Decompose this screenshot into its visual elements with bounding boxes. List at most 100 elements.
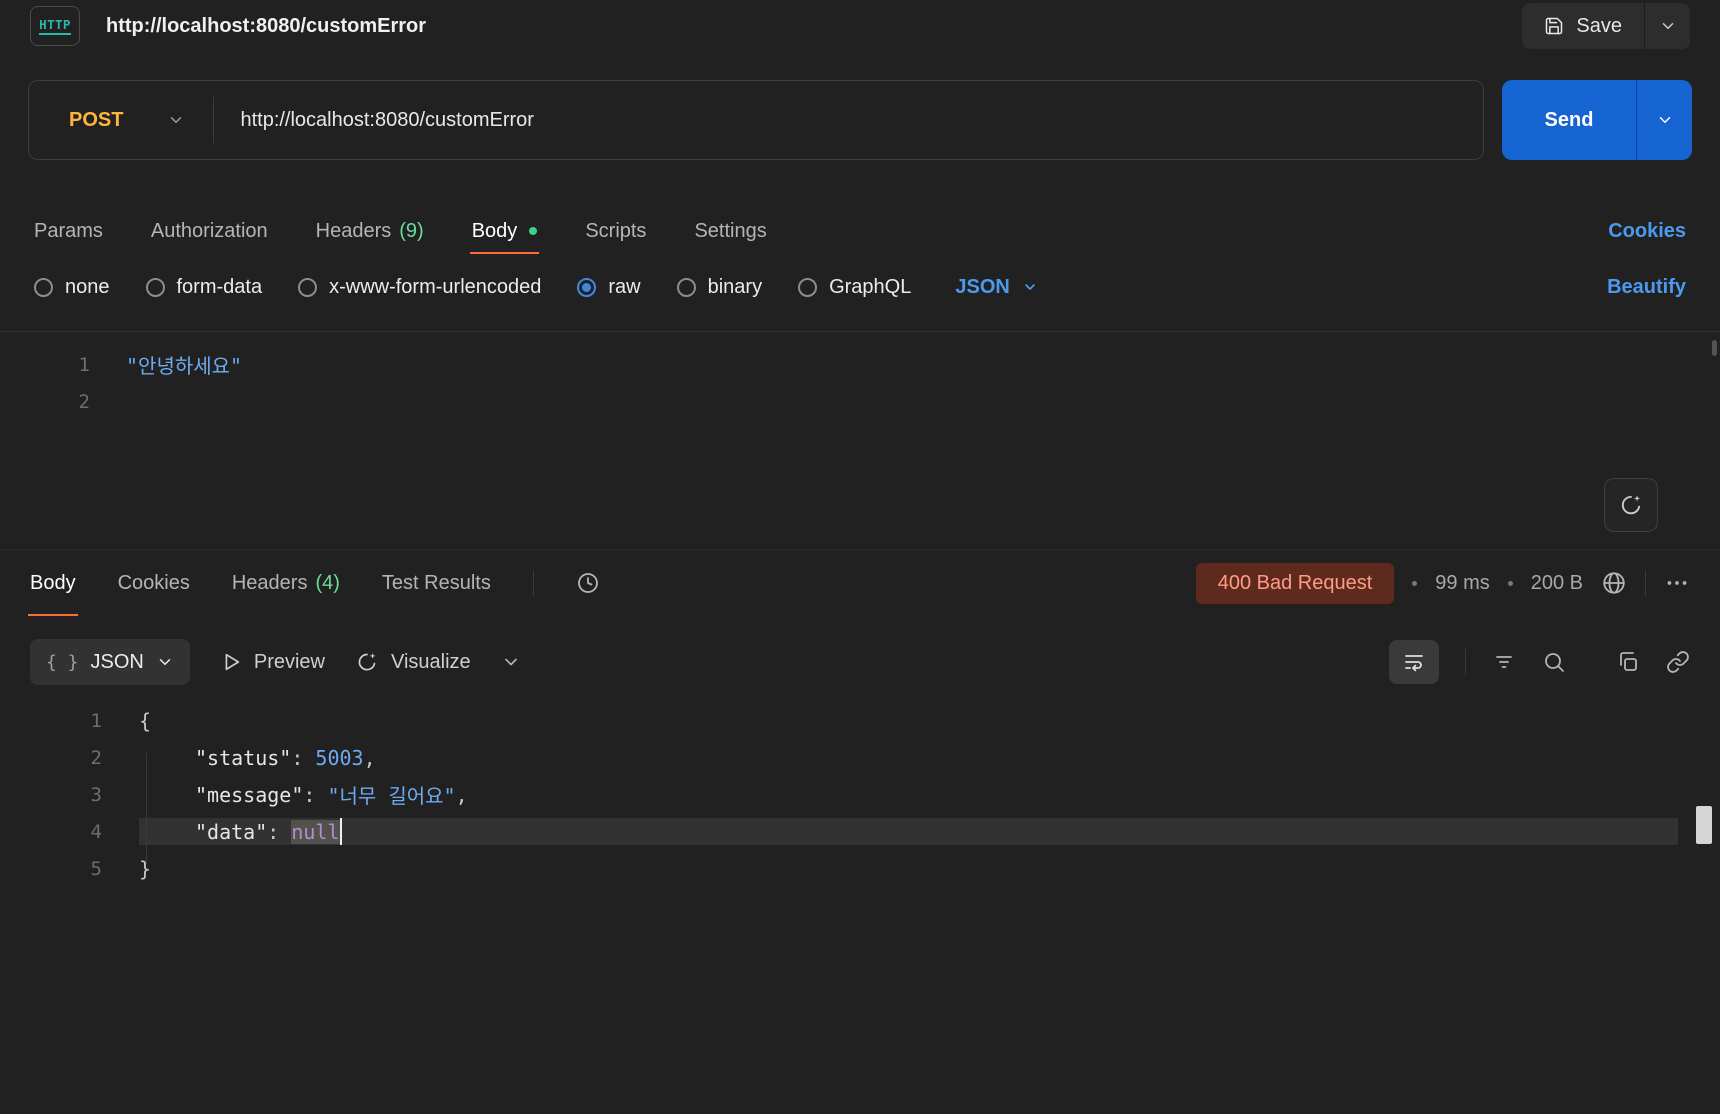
response-view-options-button[interactable] [501,652,521,672]
tab-response-headers-label: Headers [231,571,308,594]
request-tab-title: http://localhost:8080/customError [106,14,427,37]
response-history-button[interactable] [576,571,600,595]
tab-response-cookies[interactable]: Cookies [118,550,190,616]
code-line-text: "status": 5003, [139,746,1720,770]
code-line: 2 "status": 5003, [0,739,1720,776]
code-line: 5 } [0,850,1720,887]
line-number: 4 [90,820,102,843]
editor-line: 2 [0,383,1720,420]
tab-test-results[interactable]: Test Results [382,550,491,616]
text-cursor [339,818,342,845]
radio-circle [577,277,597,297]
radio-binary[interactable]: binary [676,275,763,299]
radio-binary-label: binary [707,275,763,298]
radio-none[interactable]: none [34,276,110,299]
wrap-text-button[interactable] [1389,640,1439,684]
tab-settings[interactable]: Settings [694,208,766,254]
response-format-selector[interactable]: { } JSON [30,639,190,685]
token-number: 5003 [315,745,364,770]
radio-none-label: none [65,275,110,298]
visualize-button[interactable]: Visualize [355,650,471,674]
send-options-button[interactable] [1636,80,1692,160]
line-number: 2 [90,746,102,769]
tab-body-label: Body [471,219,518,242]
tab-test-results-label: Test Results [381,571,491,594]
chevron-down-icon [501,652,521,672]
save-options-button[interactable] [1644,3,1690,49]
request-body-editor[interactable]: 1 "안녕하세요" 2 [0,331,1720,549]
line-number: 1 [78,353,90,376]
cookies-link[interactable]: Cookies [1608,220,1686,243]
code-line-text: "data": null [139,818,1678,845]
response-pane: Body Cookies Headers (4) Test Results 40… [0,549,1720,1114]
request-tab-header: HTTP http://localhost:8080/customError S… [0,0,1720,52]
tab-response-cookies-label: Cookies [117,571,190,594]
filter-button[interactable] [1492,650,1516,674]
indent-guide [146,753,147,864]
radio-graphql[interactable]: GraphQL [798,276,911,299]
copy-button[interactable] [1616,650,1640,674]
response-headers-count: (4) [315,571,340,594]
play-icon [220,651,242,673]
tab-authorization[interactable]: Authorization [151,208,268,254]
url-box: POST [28,80,1484,160]
code-line: 3 "message": "너무 길어요", [0,776,1720,813]
token-key: "status" [195,745,292,770]
radio-circle [34,277,53,297]
radio-raw[interactable]: raw [577,276,641,299]
save-button[interactable]: Save [1522,3,1644,49]
token-key: "data" [195,819,268,844]
response-more-actions-button[interactable] [1664,570,1690,596]
postbot-button[interactable] [1604,478,1658,532]
more-horizontal-icon [1664,570,1690,596]
chevron-down-icon [167,111,185,129]
share-link-button[interactable] [1666,650,1690,674]
line-number: 5 [90,857,102,880]
dot-separator [1507,580,1513,586]
tab-body[interactable]: Body [469,208,539,254]
token-colon: : [303,782,328,807]
editor-scrollbar[interactable] [1712,340,1717,356]
send-button-group: Send [1502,80,1692,160]
method-selector[interactable]: POST [29,81,213,159]
chevron-down-icon [1659,17,1677,35]
chevron-down-icon [156,653,174,671]
send-button-label: Send [1544,108,1594,131]
ai-sparkle-icon [1618,492,1644,518]
visualize-sparkle-icon [355,650,379,674]
url-input[interactable] [214,108,1483,132]
tab-response-body-label: Body [30,571,76,594]
response-body-viewer[interactable]: 1 { 2 "status": 5003, 3 "message": "너무 길… [0,702,1720,1114]
radio-urlencoded[interactable]: x-www-form-urlencoded [298,276,541,299]
response-toolbar: { } JSON Preview Visualize [0,638,1720,686]
dot-separator [1412,580,1418,586]
send-button[interactable]: Send [1502,80,1636,160]
token-comma: , [455,782,468,807]
radio-circle [798,277,818,297]
token-colon: : [291,745,316,770]
preview-button-label: Preview [253,650,325,673]
search-button[interactable] [1542,650,1566,674]
response-scrollbar[interactable] [1696,806,1712,844]
tab-response-headers[interactable]: Headers (4) [232,550,340,616]
postman-app: HTTP http://localhost:8080/customError S… [0,0,1720,1114]
network-info-button[interactable] [1601,570,1627,596]
radio-graphql-label: GraphQL [829,275,912,298]
request-tabs: Params Authorization Headers (9) Body Sc… [0,208,1720,254]
radio-circle [298,277,318,297]
tab-params[interactable]: Params [34,208,103,254]
code-line-current: 4 "data": null [0,813,1720,850]
tab-headers[interactable]: Headers (9) [316,208,424,254]
radio-form-data[interactable]: form-data [145,276,262,299]
response-time: 99 ms [1435,571,1490,594]
radio-circle [145,277,165,297]
tab-response-body[interactable]: Body [28,550,78,616]
response-toolbar-right [1389,640,1690,684]
globe-icon [1601,570,1627,596]
tab-scripts[interactable]: Scripts [585,208,646,254]
preview-button[interactable]: Preview [220,651,325,674]
http-badge-label: HTTP [39,17,71,35]
beautify-link[interactable]: Beautify [1607,276,1686,299]
language-selector[interactable]: JSON [955,276,1037,299]
tab-headers-label: Headers [315,219,392,242]
